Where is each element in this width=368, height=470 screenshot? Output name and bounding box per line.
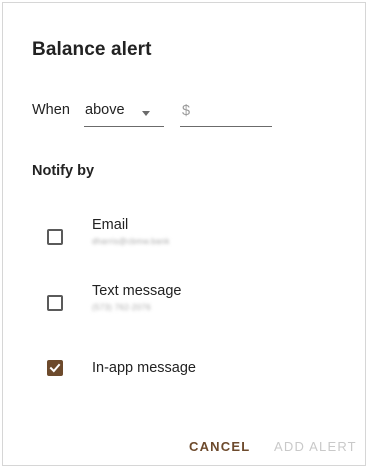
dropdown-arrow-icon xyxy=(142,111,150,116)
dialog-title: Balance alert xyxy=(32,39,152,60)
option-email[interactable]: Email dharris@cbmw.bank xyxy=(3,215,363,259)
amount-field[interactable]: $ xyxy=(180,97,272,127)
email-label: Email xyxy=(92,217,129,233)
balance-alert-dialog: Balance alert When above $ Notify by Ema… xyxy=(2,2,366,466)
condition-selected-value: above xyxy=(85,102,125,118)
in-app-message-label: In-app message xyxy=(92,360,196,376)
when-label: When xyxy=(32,102,70,118)
notify-by-heading: Notify by xyxy=(32,163,95,179)
currency-prefix: $ xyxy=(182,103,191,119)
text-message-checkbox[interactable] xyxy=(47,295,63,311)
amount-input[interactable] xyxy=(194,101,272,123)
option-text-message[interactable]: Text message (573) 762-2076 xyxy=(3,281,363,325)
email-address: dharris@cbmw.bank xyxy=(92,237,170,246)
phone-number: (573) 762-2076 xyxy=(92,303,151,312)
email-checkbox[interactable] xyxy=(47,229,63,245)
add-alert-button[interactable]: ADD ALERT xyxy=(274,439,357,454)
checkmark-icon xyxy=(49,363,61,373)
condition-dropdown[interactable]: above xyxy=(84,97,164,127)
cancel-button[interactable]: CANCEL xyxy=(189,439,250,454)
text-message-label: Text message xyxy=(92,283,182,299)
in-app-message-checkbox[interactable] xyxy=(47,360,63,376)
option-in-app-message[interactable]: In-app message xyxy=(3,346,363,390)
